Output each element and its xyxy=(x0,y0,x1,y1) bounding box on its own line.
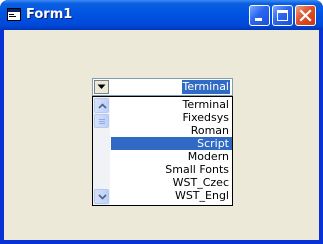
combo-selected-value[interactable]: Terminal xyxy=(181,80,230,94)
scroll-thumb[interactable] xyxy=(94,114,109,128)
form1-window: Form1 Terminal Terminal Fixedsys Roman S… xyxy=(0,0,323,244)
close-button[interactable] xyxy=(295,5,316,26)
scroll-down-button[interactable] xyxy=(94,189,109,204)
scroll-down-icon xyxy=(98,194,107,200)
list-item-selected[interactable]: Script xyxy=(111,137,232,150)
font-dropdown-list[interactable]: Terminal Fixedsys Roman Script Modern Sm… xyxy=(92,96,233,206)
font-list: Terminal Fixedsys Roman Script Modern Sm… xyxy=(111,97,232,205)
list-item[interactable]: WST_Engl xyxy=(111,189,232,202)
window-title: Form1 xyxy=(26,7,73,22)
list-item[interactable]: Fixedsys xyxy=(111,111,232,124)
app-window-icon xyxy=(7,8,21,21)
list-item[interactable]: Roman xyxy=(111,124,232,137)
maximize-button[interactable] xyxy=(272,5,293,26)
form-client-area: Terminal Terminal Fixedsys Roman Script … xyxy=(4,30,319,240)
list-item[interactable]: Terminal xyxy=(111,98,232,111)
font-combo-box[interactable]: Terminal xyxy=(92,78,233,96)
combo-dropdown-button[interactable] xyxy=(94,80,109,94)
title-bar[interactable]: Form1 xyxy=(0,0,323,30)
list-item[interactable]: WST_Czec xyxy=(111,176,232,189)
scroll-up-icon xyxy=(98,103,107,109)
minimize-icon xyxy=(255,18,262,21)
list-item[interactable]: Modern xyxy=(111,150,232,163)
chevron-down-icon xyxy=(97,84,106,89)
minimize-button[interactable] xyxy=(249,5,270,26)
list-scrollbar[interactable] xyxy=(93,97,110,205)
close-icon xyxy=(299,9,312,22)
maximize-icon xyxy=(277,10,288,21)
list-item[interactable]: Small Fonts xyxy=(111,163,232,176)
scroll-up-button[interactable] xyxy=(94,98,109,113)
